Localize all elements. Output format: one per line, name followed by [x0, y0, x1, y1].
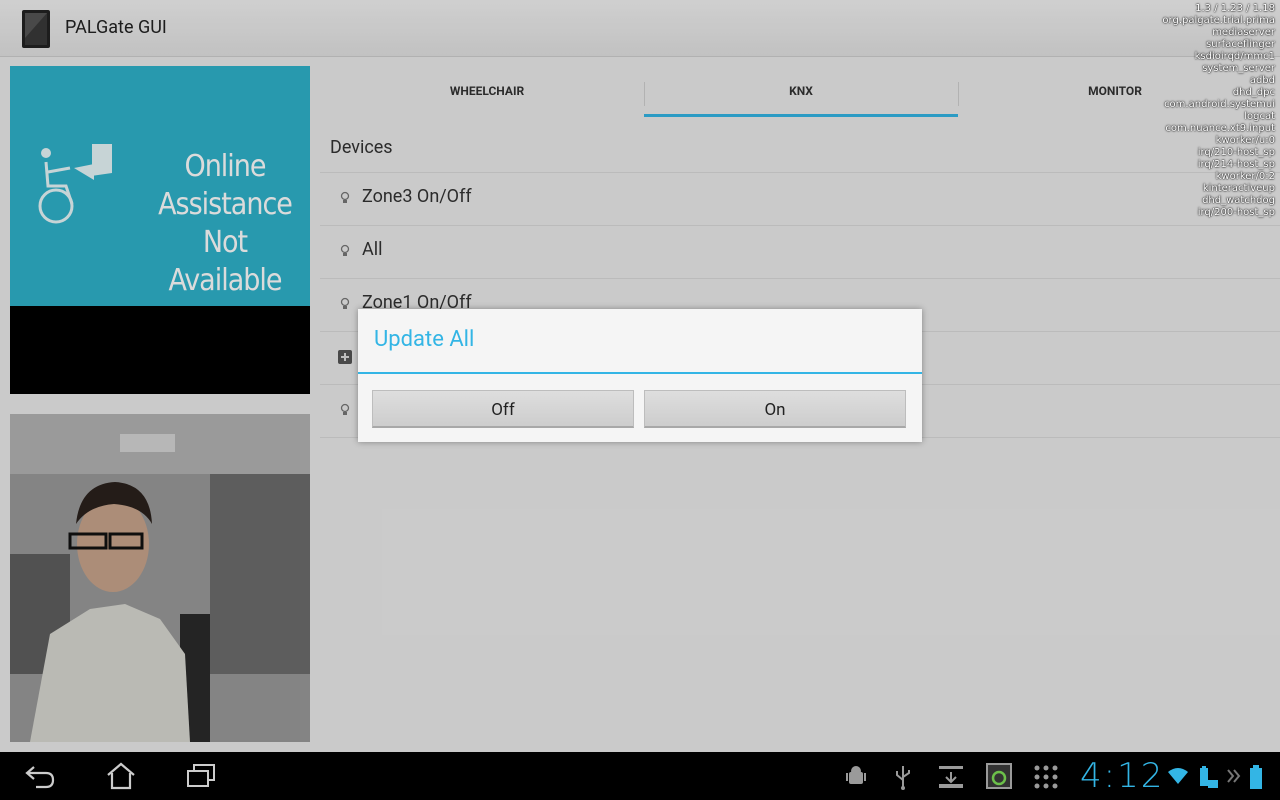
process-name: com.android.systemui — [1164, 99, 1275, 110]
process-name: mediaserver — [1212, 27, 1275, 38]
on-button[interactable]: On — [644, 390, 906, 428]
process-name: irq/200-host_sp — [1197, 207, 1275, 218]
screenshot-icon[interactable] — [985, 762, 1013, 790]
process-list: org.palgate.trial.prima mediaserver surfac… — [1162, 15, 1275, 219]
process-name: dhd_watchdog — [1202, 195, 1275, 206]
clock[interactable]: 4:12 — [1080, 756, 1164, 796]
process-name: com.nuance.xt9.input — [1165, 123, 1275, 134]
process-name: kinteractiveup — [1202, 183, 1275, 194]
usb-icon[interactable] — [893, 764, 913, 790]
process-name: ksdioirqd/mmc1 — [1194, 51, 1275, 62]
off-button[interactable]: Off — [372, 390, 634, 428]
cpu-usage-overlay: 1.3 / 1.23 / 1.18 org.palgate.trial.prim… — [1162, 3, 1275, 219]
process-name: dhd_dpc — [1232, 87, 1275, 98]
app-drawer-icon[interactable] — [1033, 764, 1059, 790]
keyboard-battery-icon[interactable] — [1196, 764, 1220, 790]
wifi-icon[interactable] — [1166, 766, 1190, 786]
back-icon[interactable] — [24, 764, 56, 790]
android-debug-icon[interactable] — [845, 764, 867, 790]
process-name: adbd — [1249, 75, 1275, 86]
process-name: irq/210-host_sp — [1197, 147, 1275, 158]
process-name: logcat — [1244, 111, 1275, 122]
chevron-right-icon[interactable] — [1226, 768, 1242, 784]
system-bar: 4:12 — [0, 752, 1280, 800]
process-name: kworker/u:0 — [1215, 135, 1275, 146]
cpu-load-average: 1.3 / 1.23 / 1.18 — [1195, 3, 1275, 14]
download-tray-icon[interactable] — [937, 764, 965, 790]
process-name: irq/214-host_sp — [1197, 159, 1275, 170]
dialog-title: Update All — [374, 327, 475, 352]
battery-icon[interactable] — [1248, 764, 1264, 790]
process-name: surfaceflinger — [1206, 39, 1275, 50]
recent-apps-icon[interactable] — [185, 763, 217, 789]
process-name: system_server — [1202, 63, 1275, 74]
update-all-dialog: Update All Off On — [358, 309, 922, 442]
home-icon[interactable] — [105, 762, 137, 790]
process-name: org.palgate.trial.prima — [1162, 15, 1275, 26]
dialog-divider — [358, 372, 922, 374]
process-name: kworker/0:2 — [1215, 171, 1275, 182]
